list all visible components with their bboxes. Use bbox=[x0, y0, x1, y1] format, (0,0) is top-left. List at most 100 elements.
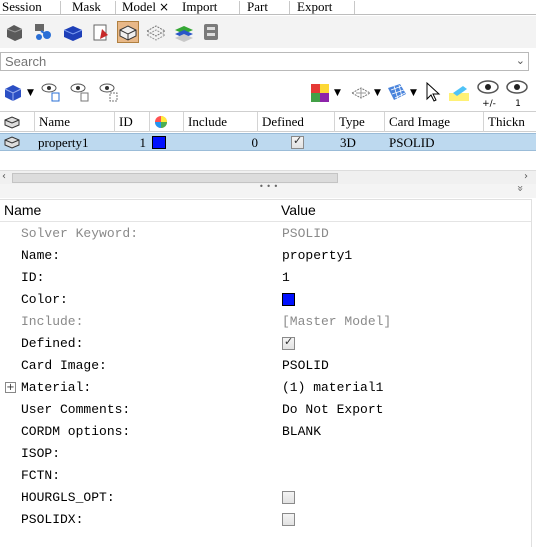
prop-value[interactable]: 1 bbox=[282, 270, 290, 285]
tab-model[interactable]: Model × bbox=[122, 0, 170, 14]
column-icon[interactable] bbox=[0, 112, 34, 132]
isolate-icon[interactable] bbox=[38, 80, 62, 104]
assembly-icon[interactable] bbox=[33, 21, 55, 43]
hourgls-opt-checkbox[interactable] bbox=[282, 491, 295, 504]
psolidx-checkbox[interactable] bbox=[282, 513, 295, 526]
column-include[interactable]: Include bbox=[183, 112, 257, 132]
prop-name: FCTN: bbox=[21, 468, 61, 483]
highlight-icon[interactable] bbox=[447, 83, 471, 103]
prop-name: ISOP: bbox=[21, 446, 61, 461]
prop-row-name[interactable]: Name: property1 bbox=[0, 245, 531, 267]
header-name: Name bbox=[4, 202, 42, 218]
prop-row-psolidx[interactable]: PSOLIDX: bbox=[0, 509, 531, 531]
prop-row-material[interactable]: + Material: (1) material1 bbox=[0, 377, 531, 399]
table-header: Name ID Include Defined Type Card Image … bbox=[0, 112, 536, 132]
tab-import[interactable]: Import bbox=[182, 0, 217, 14]
tab-label: Export bbox=[297, 0, 333, 14]
scroll-thumb[interactable] bbox=[12, 173, 338, 183]
dropdown-arrow-icon[interactable]: ▼ bbox=[27, 88, 34, 98]
show-hide-icon[interactable]: +/- bbox=[476, 79, 502, 109]
tab-session[interactable]: Session bbox=[2, 0, 42, 14]
show-only-label: 1 bbox=[515, 99, 521, 109]
prop-name: Material: bbox=[21, 380, 92, 395]
prop-value[interactable]: PSOLID bbox=[282, 358, 329, 373]
prop-value: [Master Model] bbox=[282, 314, 392, 329]
cursor-icon[interactable] bbox=[424, 81, 442, 103]
close-icon[interactable]: × bbox=[159, 0, 169, 14]
tab-divider bbox=[115, 1, 116, 14]
prop-value[interactable]: (1) material1 bbox=[282, 380, 383, 395]
part-icon[interactable] bbox=[117, 21, 139, 43]
prop-value[interactable]: Do Not Export bbox=[282, 402, 383, 417]
row-color-swatch[interactable] bbox=[152, 136, 166, 149]
column-thickness[interactable]: Thickn bbox=[483, 112, 536, 132]
property-header: Name Value bbox=[0, 200, 531, 222]
prop-row-defined[interactable]: Defined: bbox=[0, 333, 531, 355]
column-color[interactable] bbox=[149, 112, 183, 132]
expand-chevron-icon[interactable]: » bbox=[514, 185, 527, 192]
prop-row-isop[interactable]: ISOP: bbox=[0, 443, 531, 465]
shaded-mesh-icon[interactable] bbox=[386, 82, 408, 104]
dropdown-arrow-icon[interactable]: ▼ bbox=[374, 88, 381, 98]
prop-row-color[interactable]: Color: bbox=[0, 289, 531, 311]
scroll-right-icon[interactable]: › bbox=[524, 171, 528, 182]
cube-view-icon[interactable] bbox=[4, 82, 26, 102]
scroll-left-icon[interactable]: ‹ bbox=[2, 171, 6, 182]
color-wheel-icon bbox=[155, 116, 167, 128]
row-id: 1 bbox=[139, 135, 147, 150]
prop-name: Defined: bbox=[21, 336, 84, 351]
color-mode-icon[interactable] bbox=[310, 83, 330, 103]
row-name[interactable]: property1 bbox=[38, 134, 89, 151]
prop-name: PSOLIDX: bbox=[21, 512, 84, 527]
column-id[interactable]: ID bbox=[114, 112, 149, 132]
tab-export[interactable]: Export bbox=[297, 0, 332, 14]
component-icon[interactable] bbox=[4, 21, 26, 43]
set-icon[interactable] bbox=[145, 21, 167, 43]
column-card-image[interactable]: Card Image bbox=[384, 112, 483, 132]
expand-icon[interactable]: + bbox=[5, 382, 16, 393]
column-name[interactable]: Name bbox=[34, 112, 114, 132]
prop-row-solver-keyword: Solver Keyword: PSOLID bbox=[0, 223, 531, 245]
show-icon[interactable] bbox=[67, 80, 91, 104]
mesh-display-icon[interactable] bbox=[350, 83, 372, 103]
prop-row-hourgls-opt[interactable]: HOURGLS_OPT: bbox=[0, 487, 531, 509]
system-icon[interactable] bbox=[200, 21, 222, 43]
splitter-grip[interactable]: • • • bbox=[259, 182, 278, 191]
prop-value[interactable]: property1 bbox=[282, 248, 352, 263]
layers-icon[interactable] bbox=[173, 21, 195, 43]
defined-checkbox[interactable] bbox=[282, 335, 295, 350]
part-icon bbox=[4, 116, 20, 129]
prop-row-card-image[interactable]: Card Image: PSOLID bbox=[0, 355, 531, 377]
prop-row-cordm[interactable]: CORDM options: BLANK bbox=[0, 421, 531, 443]
search-box: ⌄ bbox=[0, 52, 529, 71]
prop-value[interactable]: BLANK bbox=[282, 424, 321, 439]
hide-icon[interactable] bbox=[96, 80, 120, 104]
search-input[interactable] bbox=[1, 53, 481, 70]
prop-row-user-comments[interactable]: User Comments: Do Not Export bbox=[0, 399, 531, 421]
prop-row-id[interactable]: ID: 1 bbox=[0, 267, 531, 289]
dropdown-arrow-icon[interactable]: ▼ bbox=[334, 88, 341, 98]
prop-name: Include: bbox=[21, 314, 84, 329]
prop-name: Solver Keyword: bbox=[21, 226, 139, 241]
tab-part[interactable]: Part bbox=[247, 0, 268, 14]
column-type[interactable]: Type bbox=[334, 112, 384, 132]
panel-splitter[interactable]: • • • » bbox=[0, 182, 536, 198]
menu-tabs: Session Mask Model × Import Part Export bbox=[0, 0, 536, 15]
prop-row-fctn[interactable]: FCTN: bbox=[0, 465, 531, 487]
column-defined[interactable]: Defined bbox=[257, 112, 334, 132]
tab-mask[interactable]: Mask bbox=[72, 0, 101, 14]
prop-name: User Comments: bbox=[21, 402, 131, 417]
prop-value: PSOLID bbox=[282, 226, 329, 241]
chevron-down-icon[interactable]: ⌄ bbox=[516, 54, 525, 67]
row-defined-checkbox[interactable] bbox=[291, 134, 304, 149]
material-icon[interactable] bbox=[90, 21, 112, 43]
show-only-icon[interactable]: 1 bbox=[505, 79, 531, 109]
table-row[interactable]: property1 1 0 3D PSOLID bbox=[0, 133, 536, 151]
tab-divider bbox=[239, 1, 240, 14]
tab-label: Model bbox=[122, 0, 156, 14]
color-swatch[interactable] bbox=[282, 293, 295, 306]
prop-name: ID: bbox=[21, 270, 45, 285]
row-include: 0 bbox=[251, 135, 259, 150]
property-icon[interactable] bbox=[62, 21, 84, 43]
dropdown-arrow-icon[interactable]: ▼ bbox=[410, 88, 417, 98]
